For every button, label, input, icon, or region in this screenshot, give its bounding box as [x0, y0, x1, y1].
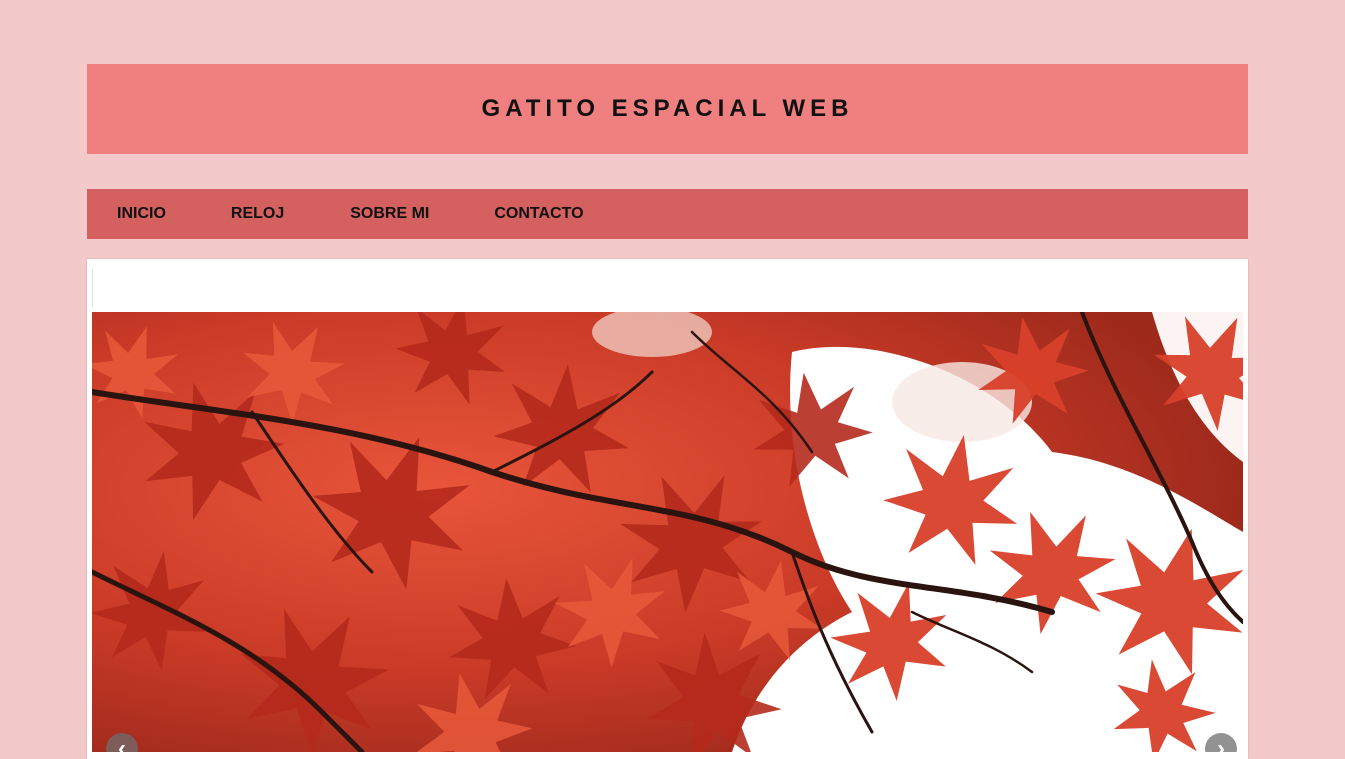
main-nav: INICIO RELOJ SOBRE MI CONTACTO — [87, 189, 1248, 239]
image-slider[interactable]: ‹ › — [92, 312, 1243, 752]
content-divider — [92, 269, 93, 307]
content-panel: ‹ › — [87, 259, 1248, 759]
nav-item-reloj[interactable]: RELOJ — [231, 205, 284, 223]
maple-leaves-image — [92, 312, 1243, 752]
site-title: GATITO ESPACIAL WEB — [481, 95, 854, 122]
nav-item-inicio[interactable]: INICIO — [117, 205, 166, 223]
nav-item-contacto[interactable]: CONTACTO — [494, 205, 583, 223]
nav-item-sobre-mi[interactable]: SOBRE MI — [350, 205, 429, 223]
site-header: GATITO ESPACIAL WEB — [87, 64, 1248, 154]
